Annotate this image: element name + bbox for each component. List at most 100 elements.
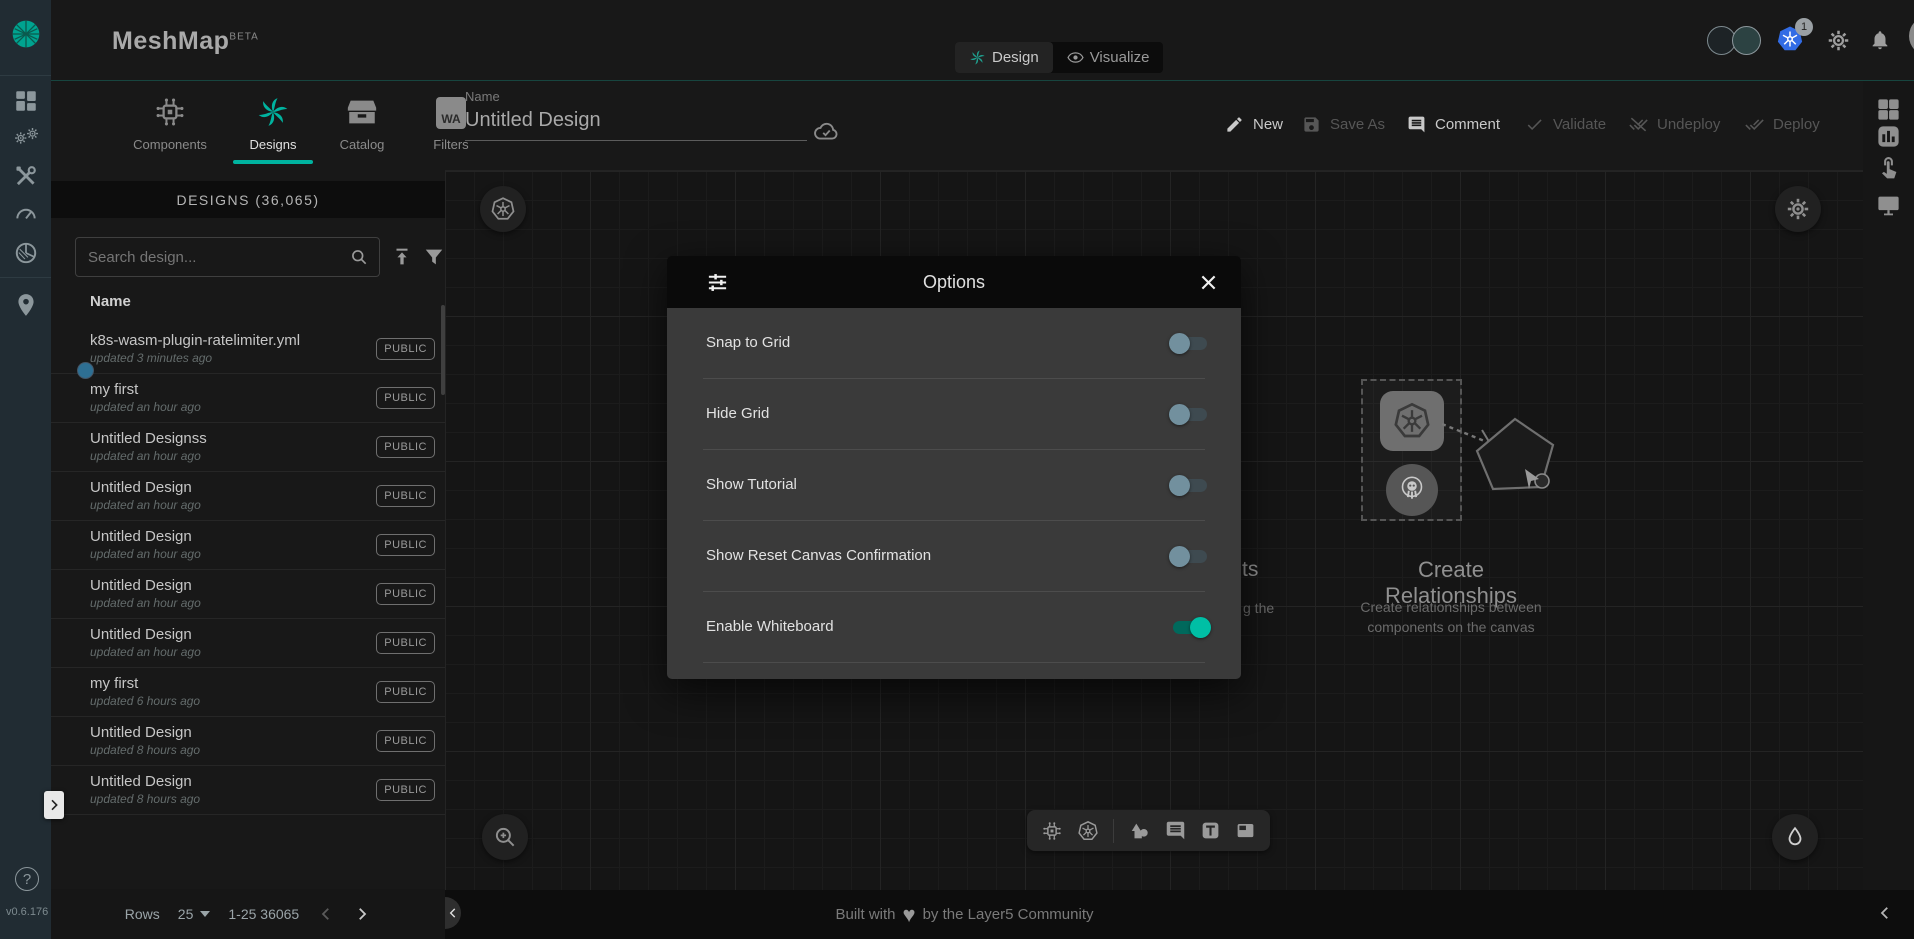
rail-divider <box>0 277 51 278</box>
chart-panel-icon[interactable] <box>1875 123 1902 150</box>
design-list-item[interactable]: Untitled Designss updated an hour ago PU… <box>51 423 445 472</box>
design-list-item[interactable]: k8s-wasm-plugin-ratelimiter.yml updated … <box>51 325 445 374</box>
service-mesh-pie-icon[interactable] <box>13 240 39 266</box>
collaborator-avatar[interactable] <box>1732 26 1761 55</box>
search-icon[interactable] <box>349 247 369 267</box>
button-label: Validate <box>1553 116 1606 133</box>
meshmap-app: ? v0.6.176 MeshMapBETA Design Visualize … <box>0 0 1914 939</box>
ink-drop-fab[interactable] <box>1772 814 1818 860</box>
design-list-item[interactable]: Untitled Design updated an hour ago PUBL… <box>51 521 445 570</box>
media-image-icon[interactable] <box>1235 820 1256 841</box>
user-avatar[interactable] <box>1909 16 1914 56</box>
validate-button[interactable]: Validate <box>1525 115 1606 134</box>
tab-catalog[interactable]: Catalog <box>315 95 409 152</box>
text-tool-icon[interactable] <box>1200 820 1221 841</box>
top-header: MeshMapBETA Design Visualize 1 <box>51 0 1914 81</box>
search-input[interactable] <box>76 249 349 266</box>
canvas-tools-dock <box>1027 810 1270 851</box>
zoom-in-fab[interactable] <box>482 814 528 860</box>
import-design-icon[interactable] <box>391 246 413 268</box>
next-page-icon[interactable] <box>353 905 371 923</box>
settings-gear-icon[interactable] <box>1827 29 1850 52</box>
comment-button[interactable]: Comment <box>1407 115 1500 134</box>
components-chip-icon <box>153 95 187 129</box>
tab-components[interactable]: Components <box>123 95 217 152</box>
deploy-button[interactable]: Deploy <box>1745 115 1820 134</box>
button-label: Save As <box>1330 116 1385 133</box>
components-chip-icon[interactable] <box>1041 820 1063 842</box>
visibility-badge: PUBLIC <box>376 779 435 801</box>
meshmap-pin-icon[interactable] <box>13 292 39 318</box>
design-list-item[interactable]: Untitled Design updated an hour ago PUBL… <box>51 472 445 521</box>
show-tutorial-toggle[interactable] <box>1169 475 1211 496</box>
performance-gauge-icon[interactable] <box>13 200 39 226</box>
app-title: MeshMapBETA <box>112 27 259 56</box>
design-updated: updated an hour ago <box>90 645 201 659</box>
design-updated: updated an hour ago <box>90 547 201 561</box>
design-name: Untitled Design <box>90 577 192 594</box>
design-list-item[interactable]: Untitled Design updated an hour ago PUBL… <box>51 570 445 619</box>
filter-funnel-icon[interactable] <box>423 246 445 268</box>
button-label: Undeploy <box>1657 116 1720 133</box>
dashboard-icon[interactable] <box>13 88 39 114</box>
touch-interaction-icon[interactable] <box>1875 153 1902 180</box>
comment-bubble-icon[interactable] <box>1165 820 1186 841</box>
caret-down-icon <box>200 911 210 917</box>
design-list-item[interactable]: my first updated 6 hours ago PUBLIC <box>51 668 445 717</box>
shapes-icon[interactable] <box>1129 820 1151 842</box>
mode-design-button[interactable]: Design <box>955 42 1053 73</box>
notifications-bell-icon[interactable] <box>1869 29 1891 51</box>
tab-designs[interactable]: Designs <box>226 95 320 152</box>
catalog-drawer-icon <box>345 95 379 129</box>
undeploy-crossed-check-icon <box>1629 115 1648 134</box>
layer5-logo-icon[interactable] <box>10 18 42 50</box>
help-button[interactable]: ? <box>15 867 39 891</box>
kubernetes-context-fab[interactable] <box>480 186 526 232</box>
design-name-field: Name <box>465 89 807 141</box>
hide-grid-toggle[interactable] <box>1169 404 1211 425</box>
wasm-filters-icon: WA <box>436 97 466 129</box>
undeploy-button[interactable]: Undeploy <box>1629 115 1720 134</box>
design-updated: updated an hour ago <box>90 498 201 512</box>
new-button[interactable]: New <box>1225 115 1283 134</box>
design-updated: updated an hour ago <box>90 449 201 463</box>
widgets-grid-icon[interactable] <box>1875 96 1902 123</box>
lifecycle-gears-icon[interactable] <box>13 126 39 152</box>
tab-filters[interactable]: WA Filters <box>404 95 498 152</box>
options-modal: Options Snap to Grid Hide Grid Show Tuto… <box>667 256 1241 679</box>
design-name: Untitled Designss <box>90 430 207 447</box>
option-row-show-tutorial: Show Tutorial <box>667 450 1241 521</box>
double-check-icon <box>1745 115 1764 134</box>
visibility-badge: PUBLIC <box>376 534 435 556</box>
toolbox-icon[interactable] <box>13 163 39 189</box>
options-modal-title: Options <box>667 272 1241 293</box>
section-title: DESIGNS (36,065) <box>51 181 445 218</box>
save-as-button[interactable]: Save As <box>1302 115 1385 134</box>
mode-visualize-button[interactable]: Visualize <box>1053 42 1164 73</box>
reset-canvas-confirmation-toggle[interactable] <box>1169 546 1211 567</box>
design-list-item[interactable]: Untitled Design updated 8 hours ago PUBL… <box>51 717 445 766</box>
kubernetes-wheel-icon[interactable] <box>1077 820 1099 842</box>
design-list-item[interactable]: my first updated an hour ago PUBLIC <box>51 374 445 423</box>
designs-sidebar: Components Designs Catalog WA Filters DE… <box>51 81 445 939</box>
option-row-hide-grid: Hide Grid <box>667 379 1241 450</box>
design-updated: updated an hour ago <box>90 400 201 414</box>
options-modal-body: Snap to Grid Hide Grid Show Tutorial <box>667 308 1241 679</box>
canvas-settings-fab[interactable] <box>1775 186 1821 232</box>
close-icon[interactable] <box>1198 272 1219 293</box>
design-list-item[interactable]: Untitled Design updated an hour ago PUBL… <box>51 619 445 668</box>
design-name-input[interactable] <box>465 107 807 141</box>
monitor-display-icon[interactable] <box>1875 191 1902 218</box>
expand-sidebar-button[interactable] <box>44 791 64 819</box>
snap-to-grid-toggle[interactable] <box>1169 333 1211 354</box>
rows-per-page-select[interactable]: 25 <box>178 906 211 922</box>
collapse-right-chevron-icon[interactable] <box>1876 904 1894 922</box>
design-list-item[interactable]: Untitled Design updated 8 hours ago PUBL… <box>51 766 445 815</box>
list-scrollbar[interactable] <box>441 305 445 395</box>
eye-icon <box>1067 49 1084 66</box>
dock-divider <box>1113 819 1114 843</box>
drop-icon <box>1783 825 1807 849</box>
enable-whiteboard-toggle[interactable] <box>1169 617 1211 638</box>
prev-page-icon[interactable] <box>317 905 335 923</box>
app-title-text: MeshMap <box>112 27 229 55</box>
